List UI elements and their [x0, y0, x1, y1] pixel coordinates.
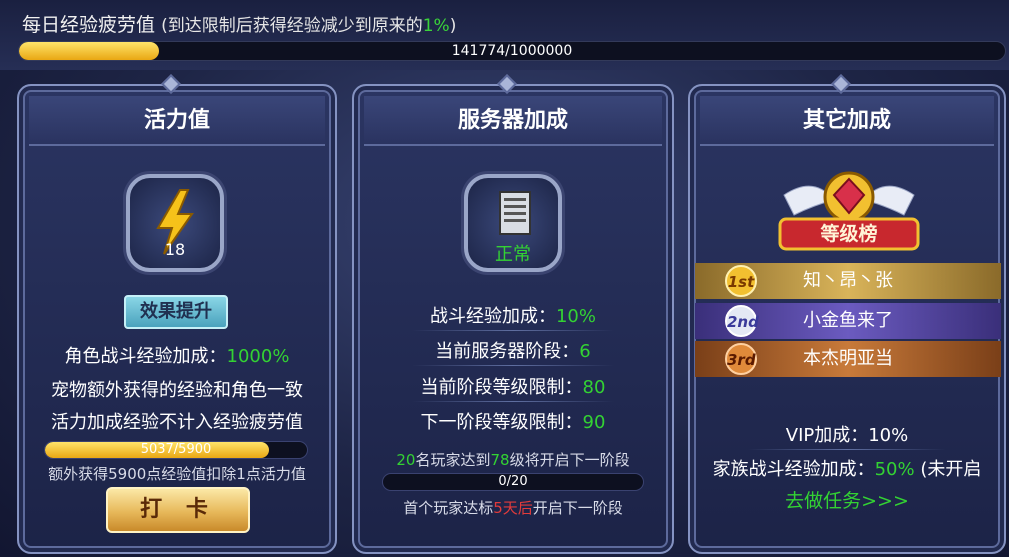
vip-label: VIP加成：: [785, 425, 869, 446]
check-in-button[interactable]: 打 卡: [106, 487, 250, 533]
fatigue-progress-text: 141774/1000000: [451, 43, 573, 59]
server-row-label: 当前服务器阶段：: [435, 341, 580, 362]
family-state: (未开启: [920, 459, 982, 480]
server-status: 正常: [495, 244, 531, 265]
goal-player-count: 20: [396, 451, 416, 469]
rank-player-name: 知丶昂丶张: [803, 270, 893, 291]
server-icon-frame: 正常: [464, 174, 562, 272]
combat-exp-bonus-row: 角色战斗经验加成：1000%: [17, 342, 337, 368]
family-label: 家族战斗经验加成：: [712, 459, 875, 480]
vitality-icon-frame: 18: [126, 174, 224, 272]
vitality-value: 18: [164, 240, 186, 259]
server-panel-title: 服务器加成: [364, 96, 662, 146]
family-value: 50%: [874, 459, 915, 480]
combat-exp-value: 1000%: [226, 346, 290, 367]
rank-player-name: 小金鱼来了: [803, 310, 893, 331]
panel-ornament: [497, 74, 517, 94]
first-player-note: 首个玩家达标5天后开启下一阶段: [352, 497, 674, 518]
vip-bonus-row: VIP加成：10%: [688, 421, 1006, 447]
server-row-value: 90: [582, 412, 606, 433]
go-to-tasks-link[interactable]: 去做任务>>>: [688, 486, 1006, 513]
vitality-progress-text: 5037/5900: [140, 442, 212, 457]
rank-row-2[interactable]: 2nd 小金鱼来了: [695, 303, 1001, 339]
rank-row-3[interactable]: 3rd 本杰明亚当: [695, 341, 1001, 377]
fatigue-note-suffix: ): [449, 16, 457, 36]
fatigue-note-prefix: (到达限制后获得经验减少到原来的: [161, 16, 423, 36]
fatigue-note: (到达限制后获得经验减少到原来的1%): [161, 16, 456, 36]
server-row-current-limit: 当前阶段等级限制：80: [352, 373, 674, 399]
rank-row-1[interactable]: 1st 知丶昂丶张: [695, 263, 1001, 299]
server-row-value: 80: [582, 377, 606, 398]
fatigue-title-text: 每日经验疲劳值: [22, 14, 156, 36]
other-panel-title: 其它加成: [700, 96, 994, 146]
first-note-prefix: 首个玩家达标: [403, 499, 494, 517]
level-ranking-emblem[interactable]: 等级榜: [774, 165, 924, 255]
first-note-days: 5天后: [493, 499, 533, 517]
vip-value: 10%: [868, 425, 909, 446]
fatigue-note-pct: 1%: [422, 16, 450, 36]
server-row-stage: 当前服务器阶段：6: [352, 337, 674, 363]
server-row-label: 当前阶段等级限制：: [420, 377, 583, 398]
row-divider: [748, 449, 946, 450]
row-divider: [412, 330, 614, 331]
server-row-value: 10%: [555, 306, 596, 327]
pet-exp-note: 宠物额外获得的经验和角色一致: [51, 380, 303, 401]
boost-effect-button[interactable]: 效果提升: [124, 295, 228, 329]
vitality-deduct-note: 额外获得5900点经验值扣除1点活力值: [48, 465, 306, 483]
vitality-panel-title: 活力值: [29, 96, 325, 146]
family-bonus-row: 家族战斗经验加成：50% (未开启: [688, 455, 1006, 481]
vitality-progress-bar: 5037/5900: [44, 441, 308, 459]
fatigue-progress-bar: 141774/1000000: [18, 41, 1006, 61]
combat-exp-label: 角色战斗经验加成：: [64, 346, 227, 367]
server-row-label: 战斗经验加成：: [429, 306, 556, 327]
level-ranking-label: 等级榜: [820, 223, 878, 245]
row-divider: [412, 365, 614, 366]
server-goal-progress-bar: 0/20: [382, 473, 644, 491]
fatigue-title: 每日经验疲劳值 (到达限制后获得经验减少到原来的1%): [22, 10, 456, 37]
first-note-suffix: 开启下一阶段: [532, 499, 623, 517]
server-goal-progress-text: 0/20: [498, 474, 528, 489]
server-row-next-limit: 下一阶段等级限制：90: [352, 408, 674, 434]
server-row-combat-exp: 战斗经验加成：10%: [352, 302, 674, 328]
fatigue-exclusion-note: 活力加成经验不计入经验疲劳值: [51, 412, 303, 433]
server-row-label: 下一阶段等级限制：: [420, 412, 583, 433]
panel-ornament: [161, 74, 181, 94]
goal-text-2: 级将开启下一阶段: [509, 451, 630, 469]
panel-ornament: [831, 74, 851, 94]
row-divider: [412, 401, 614, 402]
server-row-value: 6: [579, 341, 591, 362]
goal-text-1: 名玩家达到: [415, 451, 491, 469]
rank-player-name: 本杰明亚当: [803, 348, 893, 369]
next-stage-goal: 20名玩家达到78级将开启下一阶段: [352, 449, 674, 470]
fatigue-header: 每日经验疲劳值 (到达限制后获得经验减少到原来的1%) 141774/10000…: [0, 0, 1009, 70]
goal-level: 78: [490, 451, 510, 469]
